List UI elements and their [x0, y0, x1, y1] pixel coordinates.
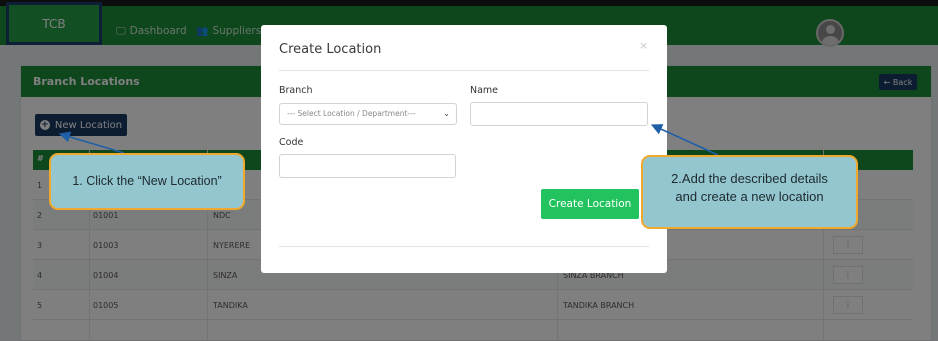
branch-label: Branch — [279, 85, 313, 96]
name-input[interactable] — [470, 102, 648, 126]
name-label: Name — [470, 85, 499, 96]
callout-step-2: 2.Add the described details and create a… — [641, 155, 858, 229]
branch-select[interactable]: --- Select Location / Department--- ⌄ — [279, 103, 457, 125]
create-location-modal: Create Location × Branch --- Select Loca… — [261, 25, 667, 273]
code-input[interactable] — [279, 154, 456, 178]
chevron-down-icon: ⌄ — [443, 109, 450, 118]
create-location-button[interactable]: Create Location — [541, 189, 639, 219]
modal-title: Create Location — [279, 42, 382, 57]
modal-footer-divider — [279, 246, 649, 247]
callout-step-1: 1. Click the “New Location” — [49, 153, 245, 210]
branch-select-value: --- Select Location / Department--- — [287, 109, 416, 118]
close-icon[interactable]: × — [639, 39, 648, 52]
screenshot-stage: 🖵 Dashboard 👥 Suppliers TCB Branch Locat… — [0, 0, 938, 341]
modal-divider — [279, 70, 649, 71]
callout-step-2-line-2: and create a new location — [675, 189, 824, 204]
code-label: Code — [279, 137, 304, 148]
callout-step-2-line-1: 2.Add the described details — [671, 171, 828, 186]
